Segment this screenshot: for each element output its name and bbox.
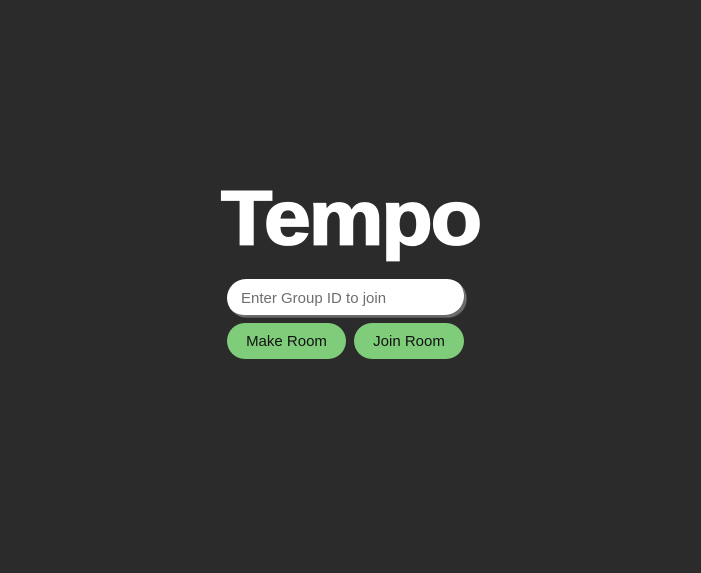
room-button-row: Make Room Join Room	[227, 323, 466, 359]
group-id-input[interactable]	[227, 279, 466, 317]
join-room-button[interactable]: Join Room	[354, 323, 464, 359]
join-form: Make Room Join Room	[227, 279, 466, 359]
make-room-button[interactable]: Make Room	[227, 323, 346, 359]
landing-page: Tempo Make Room Join Room	[0, 0, 701, 573]
app-logo: Tempo	[220, 174, 483, 262]
